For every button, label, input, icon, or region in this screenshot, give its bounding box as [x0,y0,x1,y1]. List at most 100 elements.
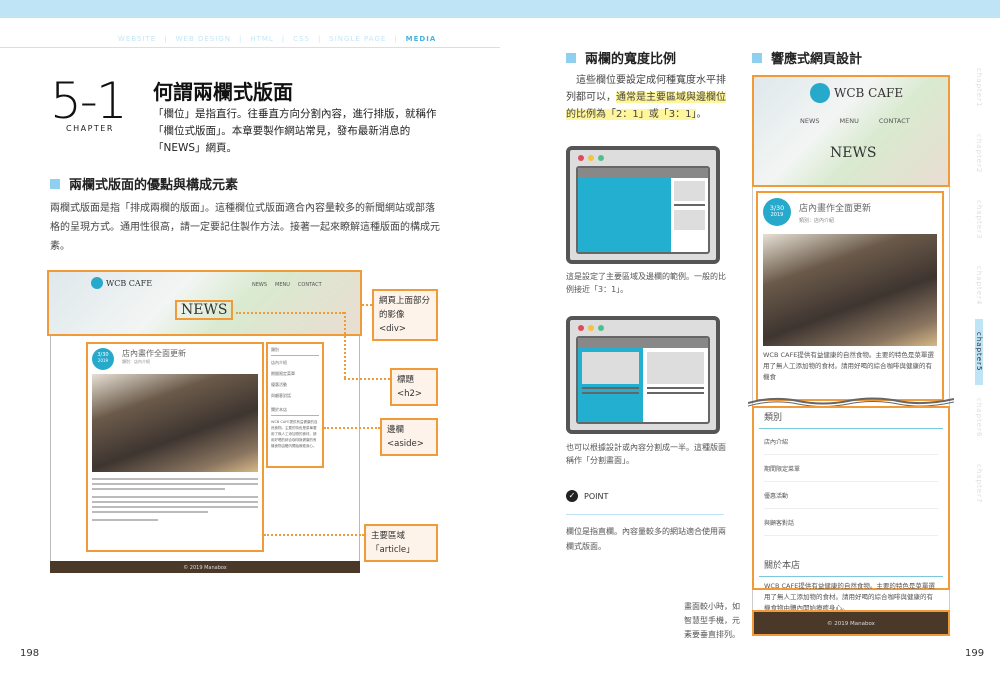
aside-item[interactable]: 期間限定菜單 [764,464,938,482]
square-icon [566,52,576,63]
aside-item[interactable]: 優惠活動 [764,491,938,509]
article-region: 3/30 2019 店內畫作全面更新類別：店內介紹 WCB CAFE提供有益健康的… [756,191,944,401]
caption: 也可以根據設計或內容分割成一半。這種版面稱作「分割畫面」。 [566,443,726,465]
callout-aside: 邊欄 <aside> [380,418,438,456]
chapter-number: 5-1 [50,72,128,130]
point-header: ✓ POINT [566,490,608,502]
page-title: 何謂兩欄式版面 [153,80,293,104]
mock-footer: © 2019 Manabox [752,610,950,636]
nav-contact[interactable]: CONTACT [298,282,322,288]
date-badge: 3/30 2019 [763,198,791,226]
point-label: POINT [584,491,609,501]
nav-menu[interactable]: MENU [840,117,859,125]
top-band [0,0,1000,18]
post-category: 類別：店內介紹 [799,217,835,224]
page-number-left: 198 [20,648,40,659]
crumb: WEBSITE [118,35,157,43]
divider [0,47,500,48]
point-text: 欄位是指直欄。內容量較多的網站適合使用兩欄式版面。 [566,527,726,551]
aside-item[interactable]: 與顧客對話 [271,393,319,399]
tab-chapter2[interactable]: chapter2 [975,121,983,187]
crumb: CSS [293,35,310,43]
logo-text: WCB CAFE [106,278,153,288]
post-title: 店內畫作全面更新 [122,349,186,358]
nav-contact[interactable]: CONTACT [879,117,910,125]
callout-article: 主要區域「article」 [364,524,438,562]
chapter-label: CHAPTER [66,124,114,133]
connector [236,312,344,314]
logo-text: WCB CAFE [834,86,904,100]
browser-diagram-split [566,316,720,434]
crumb: SINGLE PAGE [329,35,387,43]
aside-item[interactable]: 期間限定菜單 [271,371,319,377]
nav-menu[interactable]: MENU [275,282,290,288]
connector [362,304,372,306]
aside-text: WCB CAFE提供有益健康的自然食物。主要的特色是菜單選用了無人工添加物的食材… [271,420,318,448]
cafe-photo [92,374,258,472]
connector [344,378,390,380]
hero-title: NEWS [175,300,234,320]
crumb: HTML [250,35,274,43]
square-icon [752,52,762,63]
tab-chapter1[interactable]: chapter1 [975,55,983,121]
section-heading-text: 兩欄的寬度比例 [585,52,677,67]
section-body: 這些欄位要設定成何種寬度水平排列都可以，通常是主要區域與邊欄位的比例為「2：1」… [566,72,732,123]
section-heading-text: 響應式網頁設計 [771,52,863,67]
section-heading-text: 兩欄式版面的優點與構成元素 [69,178,239,193]
aside-item[interactable]: 優惠活動 [271,382,319,388]
aside-region: 類別 店內介紹 期間限定菜單 優惠活動 與顧客對話 關於本店 WCB CAFE提… [266,342,324,468]
crumb-active: MEDIA [405,35,437,43]
tab-chapter7[interactable]: chapter7 [975,451,983,517]
note-text: 畫面較小時，如智慧型手機，元素要垂直排列。 [684,602,740,639]
aside-heading: 關於本店 [271,407,287,412]
nav-news[interactable]: NEWS [800,117,820,125]
aside-item[interactable]: 店內介紹 [764,437,938,455]
connector [344,312,346,378]
aside-heading: 類別 [764,413,783,423]
year: 2019 [770,212,784,218]
body-text: 。 [696,109,707,120]
section-heading: 兩欄式版面的優點與構成元素 [50,174,238,193]
chapter-tabs: chapter1 chapter2 chapter3 chapter4 chap… [975,55,1000,517]
connector [264,534,364,536]
browser-diagram-3to1 [566,146,720,264]
post-text: WCB CAFE提供有益健康的自然食物。主要的特色是菜單選用了無人工添加物的食材… [763,351,934,381]
aside-item[interactable]: 店內介紹 [271,360,319,366]
tab-chapter6[interactable]: chapter6 [975,385,983,451]
page-number-right: 199 [965,648,985,659]
nav-news[interactable]: NEWS [252,282,267,288]
aside-heading: 類別 [271,347,279,352]
date-badge: 3/30 2019 [92,348,114,370]
divider [566,514,724,515]
hero-region: WCB CAFE NEWS MENU CONTACT NEWS [752,75,950,187]
tab-chapter5[interactable]: chapter5 [975,319,983,385]
caption: 這是設定了主要區域及邊欄的範例。一般的比例接近「3：1」。 [566,272,726,294]
square-icon [50,178,60,189]
lead-text: 「欄位」是指直行。往垂直方向分割內容，進行排版，就稱作「欄位式版面」。本章要製作… [153,108,437,154]
aside-item[interactable]: 與顧客對話 [764,518,938,536]
tab-chapter3[interactable]: chapter3 [975,187,983,253]
cafe-photo [763,234,937,346]
post-category: 類別：店內介紹 [122,359,150,364]
hero-title: NEWS [830,145,877,161]
check-badge-icon: ✓ [566,490,578,502]
section-heading: 兩欄的寬度比例 [566,48,676,67]
hero-region: WCB CAFE NEWS MENU CONTACT NEWS [47,270,362,336]
section-body: 兩欄式版面是指「排成兩欄的版面」。這種欄位式版面適合內容量較多的新聞網站或部落格… [50,203,440,252]
callout-heading: 標題 <h2> [390,368,438,406]
mock-footer: © 2019 Manabox [50,561,360,573]
logo-icon [810,83,830,103]
tab-chapter4[interactable]: chapter4 [975,253,983,319]
breadcrumb: WEBSITE | WEB DESIGN | HTML | CSS | SINGLE P… [118,35,437,43]
aside-heading: 關於本店 [764,561,801,571]
date: 3/30 [769,204,785,212]
aside-region: 類別 店內介紹 期間限定菜單 優惠活動 與顧客對話 關於本店 WCB CAFE提… [752,406,950,612]
logo-icon [91,277,103,289]
year: 2019 [97,358,109,363]
connector [324,427,380,429]
section-heading: 響應式網頁設計 [752,48,862,67]
crumb: WEB DESIGN [175,35,231,43]
callout-hero: 網頁上面部分的影像 <div> [372,289,438,341]
article-region: 3/30 2019 店內畫作全面更新 類別：店內介紹 [86,342,264,552]
post-title: 店內畫作全面更新 [799,203,872,214]
